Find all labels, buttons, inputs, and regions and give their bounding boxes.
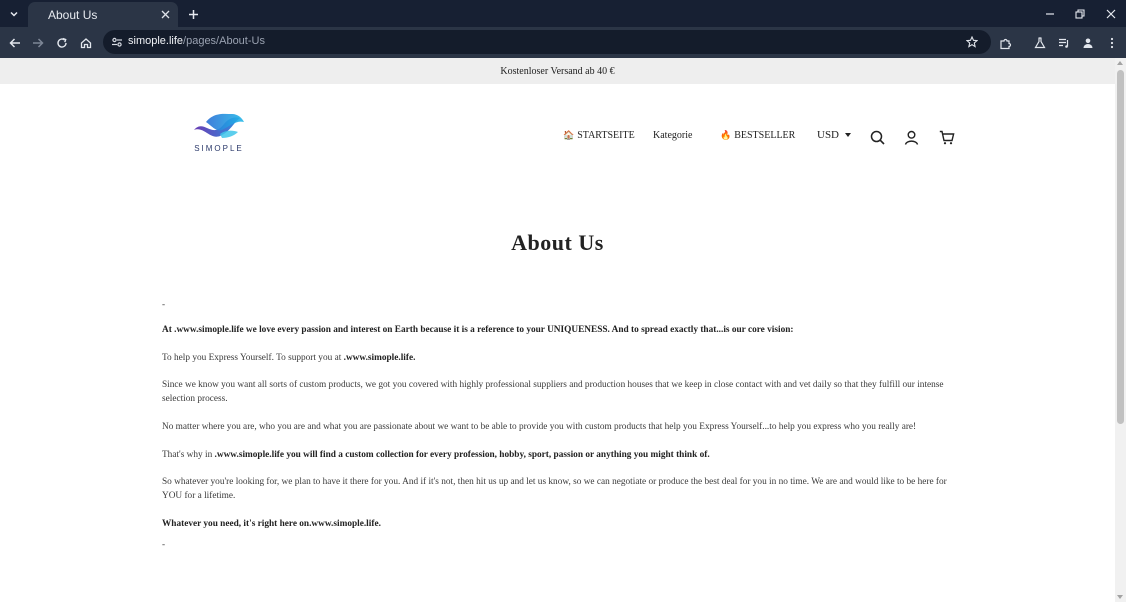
nav-item-bestseller[interactable]: 🔥 BESTSELLER [720,130,795,141]
labs-button[interactable] [1029,32,1051,54]
browser-tab-strip: About Us [0,0,1126,27]
forward-button[interactable] [27,32,49,54]
account-icon[interactable] [902,128,920,146]
dash-separator: - [162,300,166,310]
close-window-button[interactable] [1099,4,1123,24]
minimize-icon [1046,13,1054,15]
home-icon [80,38,92,49]
scrollbar-thumb[interactable] [1117,70,1124,424]
arrow-right-icon [33,38,44,48]
paragraph-suppliers: Since we know you want all sorts of cust… [162,380,944,404]
tab-search-menu-button[interactable] [4,4,24,24]
url-path: /pages/About-Us [183,35,265,47]
caret-down-icon [845,133,852,137]
home-button[interactable] [75,32,97,54]
nav-item-label: Kategorie [653,130,693,141]
fire-icon: 🔥 [720,131,732,141]
restore-button[interactable] [1068,4,1092,24]
logo-text: SIMOPLE [194,144,244,153]
store-logo[interactable]: SIMOPLE [190,110,248,156]
currency-selector[interactable]: USD [817,129,852,141]
nav-item-kategorie[interactable]: Kategorie [653,130,692,141]
flask-icon [1034,37,1046,49]
url-text[interactable]: simople.life/pages/About-Us [128,35,265,47]
chevron-down-icon [10,11,18,17]
restore-icon [1075,9,1085,19]
reload-button[interactable] [51,32,73,54]
announcement-bar: Kostenloser Versand ab 40 € [0,58,1115,84]
extensions-button[interactable] [994,32,1016,54]
bookmark-star-icon[interactable] [963,33,981,51]
playlist-icon [1059,38,1069,48]
paragraph-intro: At .www.simople.life we love every passi… [162,325,794,335]
page-viewport: Kostenloser Versand ab 40 € SIMOPLE 🏠 STA… [0,58,1115,602]
address-bar[interactable]: simople.life/pages/About-Us [103,30,991,54]
puzzle-icon [999,38,1011,49]
back-button[interactable] [4,32,26,54]
paragraph-passion: No matter where you are, who you are and… [162,422,917,432]
search-icon[interactable] [868,128,886,146]
site-info-icon[interactable] [109,34,125,50]
new-tab-button[interactable] [184,5,202,23]
browser-menu-button[interactable] [1101,32,1123,54]
reload-icon [57,37,67,48]
nav-item-label: STARTSEITE [577,130,635,141]
url-host: simople.life [128,35,184,47]
scroll-down-arrow-icon[interactable] [1117,595,1123,599]
nav-item-startseite[interactable]: 🏠 STARTSEITE [563,130,635,141]
paragraph-collection: That's why in .www.simople.life you will… [162,448,954,462]
browser-toolbar: simople.life/pages/About-Us [0,27,1126,58]
paragraph-text: That's why in [162,450,215,460]
tab-title: About Us [48,8,98,22]
logo-mark [194,113,244,138]
minimize-button[interactable] [1038,4,1062,24]
dash-separator: - [162,540,166,550]
profile-button[interactable] [1077,32,1099,54]
scroll-up-arrow-icon[interactable] [1117,61,1123,65]
close-icon [1106,9,1116,19]
arrow-left-icon [9,38,20,48]
paragraph-express: To help you Express Yourself. To support… [162,351,954,365]
media-controls-button[interactable] [1053,32,1075,54]
page-title: About Us [511,230,604,255]
nav-item-label: BESTSELLER [734,130,796,141]
page-scrollbar[interactable] [1115,58,1126,602]
currency-value: USD [817,129,840,141]
paragraph-closing: Whatever you need, it's right here on.ww… [162,519,381,529]
paragraph-lifetime: So whatever you're looking for, we plan … [162,477,947,501]
tab-close-button[interactable] [158,7,173,22]
cart-icon[interactable] [938,128,956,146]
paragraph-bold-text: .www.simople.life you will find a custom… [214,450,710,460]
more-vertical-icon [1110,37,1114,49]
paragraph-text: To help you Express Yourself. To support… [162,353,344,363]
plus-icon [188,9,198,19]
person-icon [1083,38,1093,48]
close-icon [161,10,170,19]
announcement-text: Kostenloser Versand ab 40 € [500,65,615,77]
site-name: .www.simople.life. [343,353,416,363]
browser-tab-active[interactable]: About Us [28,2,178,27]
house-icon: 🏠 [563,131,575,141]
